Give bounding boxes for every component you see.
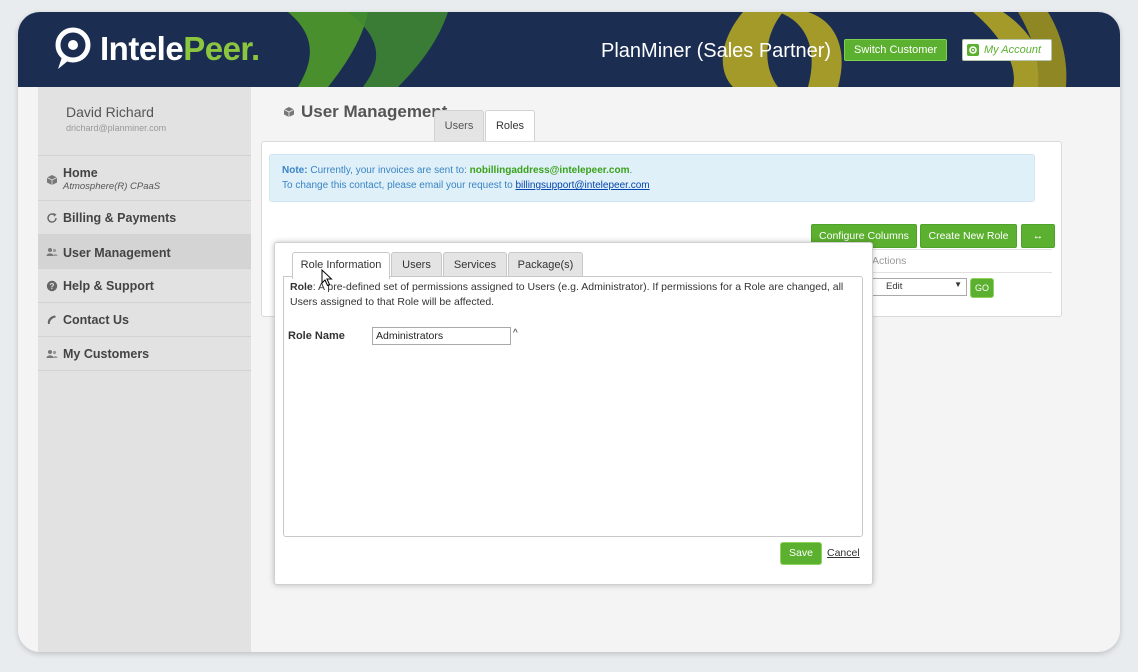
sidebar-item-label: Contact Us (63, 313, 129, 327)
tab-roles[interactable]: Roles (485, 110, 535, 142)
cube-icon (46, 175, 58, 185)
role-name-label: Role Name (288, 330, 345, 342)
user-profile: David Richard drichard@planminer.com (38, 87, 251, 156)
go-button[interactable]: GO (970, 278, 994, 298)
note-label: Note: (282, 165, 308, 176)
expand-button[interactable]: ↔ (1021, 224, 1055, 248)
sidebar: David Richard drichard@planminer.com Hom… (38, 87, 251, 652)
billing-email: nobillingaddress@intelepeer.com (469, 165, 630, 176)
actions-header-label: Actions (872, 255, 907, 267)
sidebar-item-label: User Management (63, 246, 171, 260)
svg-text:?: ? (50, 282, 55, 291)
sidebar-item-home[interactable]: Home Atmosphere(R) CPaaS (38, 156, 251, 201)
sidebar-item-contact-us[interactable]: Contact Us (38, 303, 251, 337)
role-info-panel (283, 276, 863, 537)
account-name: PlanMiner (Sales Partner) (601, 40, 832, 62)
users-icon (46, 350, 58, 358)
app-window: IntelePeer. PlanMiner (Sales Partner) Sw… (18, 12, 1120, 652)
tab-users[interactable]: Users (434, 110, 484, 141)
note-text-2: To change this contact, please email you… (282, 180, 516, 191)
role-desc-label: Role (290, 281, 313, 293)
logo-text-intele: Intele (100, 30, 184, 67)
note-period: . (629, 165, 633, 176)
sidebar-item-billing[interactable]: Billing & Payments (38, 201, 251, 235)
sidebar-item-label: Help & Support (63, 279, 154, 293)
billing-note: Note: Currently, your invoices are sent … (269, 154, 1035, 202)
top-header: IntelePeer. PlanMiner (Sales Partner) Sw… (18, 12, 1120, 87)
page-title-text: User Management (301, 102, 448, 121)
tab-role-information[interactable]: Role Information (292, 252, 390, 279)
sidebar-item-label: Billing & Payments (63, 211, 177, 225)
tab-modal-users[interactable]: Users (391, 252, 442, 278)
tab-services[interactable]: Services (443, 252, 507, 278)
intelepeer-logo[interactable]: IntelePeer. (52, 26, 260, 72)
switch-customer-button[interactable]: Switch Customer (844, 39, 948, 61)
refresh-icon (47, 213, 57, 223)
phone-icon (47, 315, 56, 324)
create-new-role-button[interactable]: Create New Role (920, 224, 1017, 248)
sidebar-item-sublabel: Atmosphere(R) CPaaS (63, 181, 161, 192)
note-line-1: Note: Currently, your invoices are sent … (282, 165, 632, 176)
cancel-link[interactable]: Cancel (827, 547, 860, 559)
billing-support-link[interactable]: billingsupport@intelepeer.com (515, 180, 649, 191)
logo-dot: . (250, 30, 260, 67)
tab-packages[interactable]: Package(s) (508, 252, 583, 278)
note-line-2: To change this contact, please email you… (282, 180, 650, 191)
role-desc-text: : A pre-defined set of permissions assig… (290, 281, 844, 308)
mouse-cursor-icon (321, 269, 333, 287)
actions-column-header[interactable]: Actions (866, 249, 1052, 273)
logo-mark-icon (55, 27, 91, 69)
sidebar-item-my-customers[interactable]: My Customers (38, 337, 251, 371)
role-name-input[interactable]: Administrators (372, 327, 511, 345)
action-select[interactable]: Edit ▼ (872, 278, 967, 296)
sidebar-item-help-support[interactable]: ? Help & Support (38, 269, 251, 303)
user-name: David Richard (66, 104, 154, 120)
gear-icon (967, 44, 979, 56)
cube-icon (283, 107, 295, 117)
role-description: Role: A pre-defined set of permissions a… (290, 280, 850, 310)
my-account-button[interactable]: My Account (962, 39, 1052, 61)
help-circle-icon: ? (46, 280, 58, 292)
sidebar-item-user-management[interactable]: User Management (38, 235, 251, 269)
action-select-value: Edit (886, 281, 903, 292)
chevron-down-icon: ▼ (954, 280, 962, 289)
caret-up-icon[interactable]: ^ (513, 328, 518, 339)
users-icon (46, 248, 58, 256)
user-email: drichard@planminer.com (66, 123, 167, 133)
page-title: User Management (283, 102, 447, 122)
note-text: Currently, your invoices are sent to: (307, 165, 470, 176)
sidebar-item-label: My Customers (63, 347, 150, 361)
save-button[interactable]: Save (780, 542, 822, 565)
sidebar-item-label: Home (63, 166, 98, 180)
logo-wordmark: IntelePeer. (100, 30, 260, 68)
my-account-label: My Account (984, 44, 1042, 56)
logo-text-peer: Peer (183, 30, 251, 67)
